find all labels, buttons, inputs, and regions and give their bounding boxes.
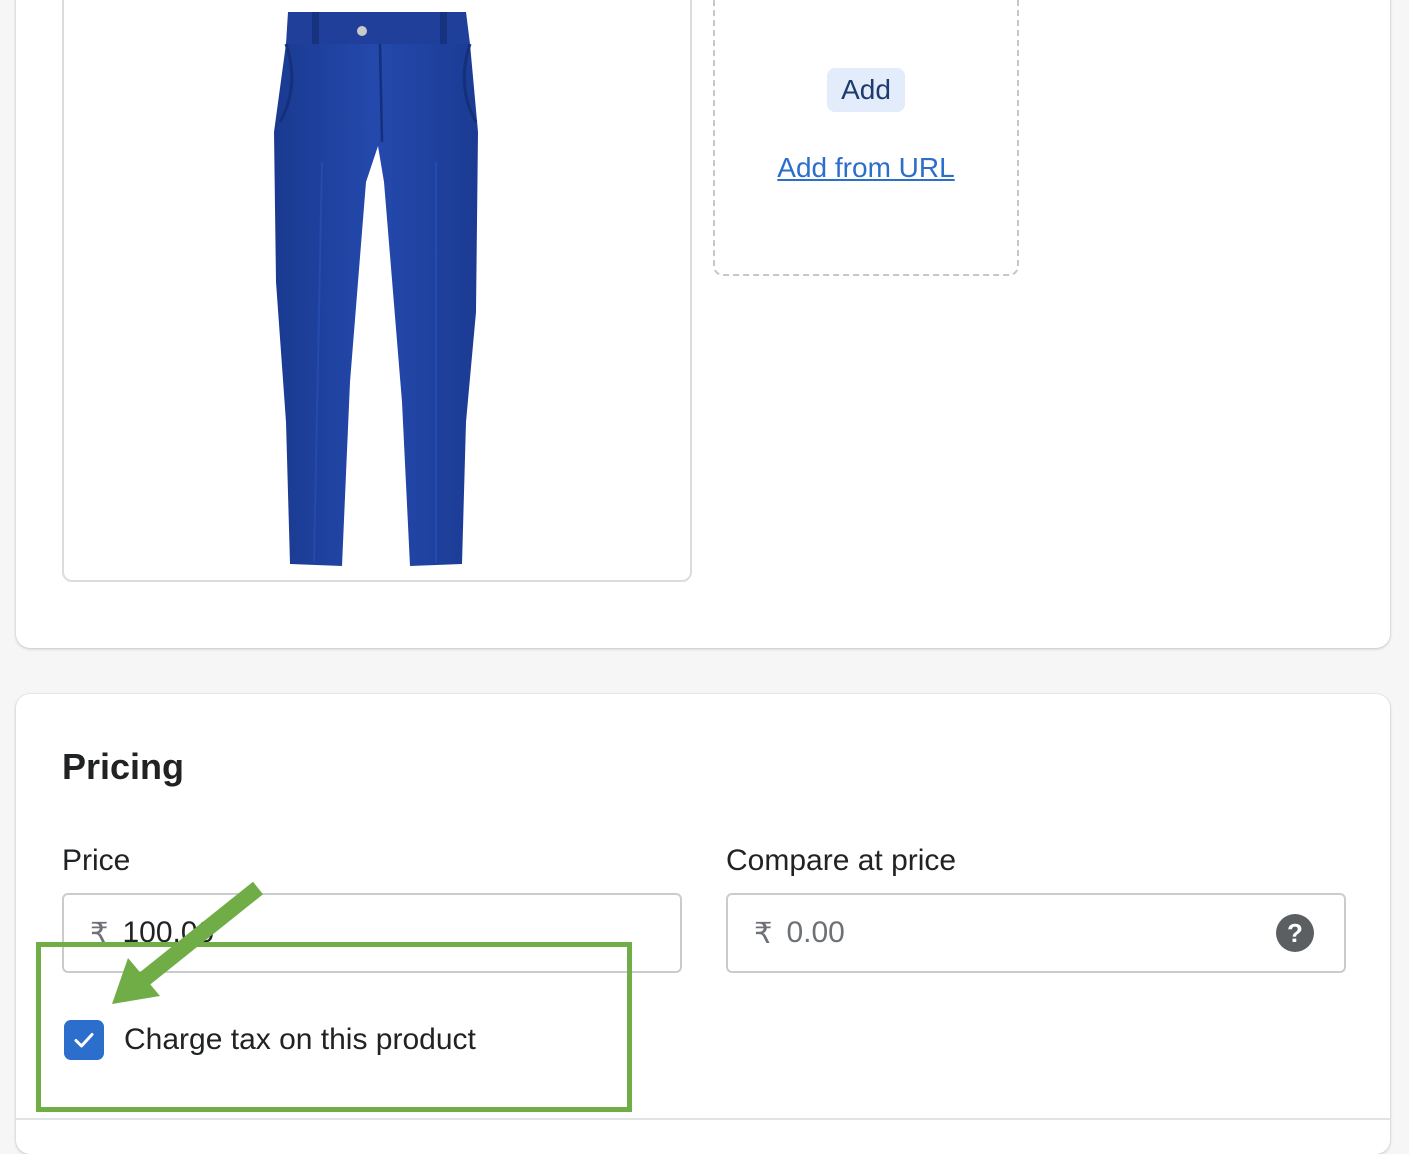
section-divider	[16, 1118, 1390, 1120]
annotation-highlight-box	[36, 942, 632, 1112]
blue-trousers-image	[274, 12, 478, 566]
compare-at-price-input[interactable]: ₹ 0.00 ?	[726, 893, 1346, 973]
price-label: Price	[62, 844, 131, 877]
add-from-url-link[interactable]: Add from URL	[715, 152, 1017, 184]
currency-symbol: ₹	[754, 917, 773, 950]
media-card: Add Add from URL	[16, 0, 1390, 648]
add-media-button[interactable]: Add	[827, 68, 905, 112]
question-circle-icon[interactable]: ?	[1276, 914, 1314, 952]
product-image-thumbnail[interactable]	[62, 0, 692, 582]
pricing-title: Pricing	[62, 746, 185, 787]
compare-at-price-label: Compare at price	[726, 844, 957, 877]
media-dropzone[interactable]: Add Add from URL	[713, 0, 1019, 276]
compare-at-price-placeholder[interactable]: 0.00	[786, 916, 844, 950]
